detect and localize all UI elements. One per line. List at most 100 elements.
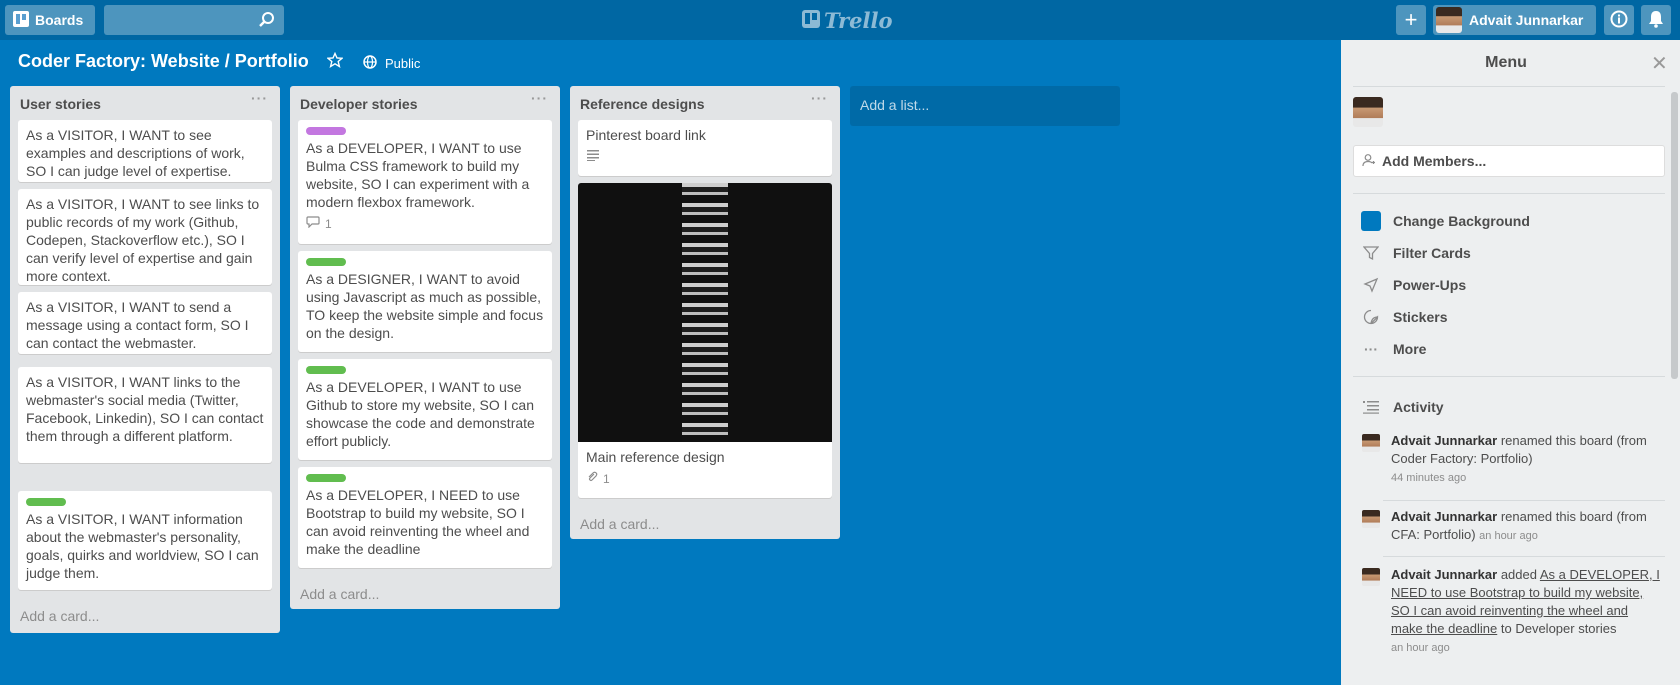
menu-item-label: Power-Ups [1393, 277, 1467, 293]
list-developer-stories: Developer stories ··· As a DEVELOPER, I … [290, 86, 560, 609]
list-card[interactable]: Pinterest board link [578, 120, 832, 176]
add-card-link[interactable]: Add a card... [20, 608, 99, 624]
list-card[interactable]: As a VISITOR, I WANT to send a message u… [18, 292, 272, 354]
description-icon [586, 148, 600, 166]
comment-count: 1 [325, 217, 332, 231]
list-card[interactable]: As a DEVELOPER, I WANT to use Github to … [298, 359, 552, 460]
card-text: Pinterest board link [586, 127, 706, 143]
divider [1383, 556, 1665, 557]
more-icon[interactable]: ··· [531, 90, 548, 106]
comment-icon [306, 215, 320, 233]
user-menu-button[interactable]: Advait Junnarkar [1433, 5, 1596, 35]
boards-button[interactable]: Boards [5, 5, 95, 35]
menu-item-power-ups[interactable]: Power-Ups [1361, 275, 1466, 295]
add-member-icon [1362, 153, 1376, 170]
list-card[interactable]: As a VISITOR, I WANT to see examples and… [18, 120, 272, 182]
activity-avatar[interactable] [1362, 510, 1380, 528]
more-dots-icon: ··· [1364, 341, 1378, 357]
menu-item-stickers[interactable]: Stickers [1361, 307, 1447, 327]
notifications-button[interactable] [1641, 5, 1671, 35]
menu-scrollbar[interactable] [1671, 92, 1678, 379]
rocket-icon [1361, 275, 1381, 295]
activity-title: Activity [1393, 399, 1444, 415]
card-text: As a VISITOR, I WANT to see examples and… [26, 127, 245, 179]
add-card-link[interactable]: Add a card... [300, 586, 379, 602]
top-header: Boards Trello + Advait Junnarkar [0, 0, 1680, 40]
menu-item-filter-cards[interactable]: Filter Cards [1361, 243, 1471, 263]
activity-avatar[interactable] [1362, 568, 1380, 586]
member-avatar[interactable] [1353, 97, 1383, 127]
list-card[interactable]: As a DEVELOPER, I NEED to use Bootstrap … [298, 467, 552, 568]
divider [1383, 500, 1665, 501]
plus-icon: + [1404, 7, 1418, 32]
attachment-count: 1 [603, 472, 610, 486]
card-label-purple [306, 127, 346, 135]
add-card-link[interactable]: Add a card... [580, 516, 659, 532]
visibility-button[interactable]: Public [363, 55, 420, 72]
card-label-green [26, 498, 66, 506]
card-text: As a DESIGNER, I WANT to avoid using Jav… [306, 271, 544, 341]
activity-time[interactable]: an hour ago [1391, 642, 1450, 654]
trello-logo-text: Trello [824, 8, 893, 33]
menu-item-more[interactable]: ··· More [1361, 339, 1426, 359]
card-text: Main reference design [586, 449, 725, 465]
activity-item: Advait Junnarkar renamed this board (fro… [1362, 432, 1662, 487]
menu-item-label: Stickers [1393, 309, 1448, 325]
card-label-green [306, 258, 346, 266]
activity-user[interactable]: Advait Junnarkar [1391, 433, 1497, 448]
globe-icon [363, 55, 377, 72]
list-user-stories: User stories ··· As a VISITOR, I WANT to… [10, 86, 280, 633]
card-cover-image[interactable] [578, 183, 832, 442]
activity-user[interactable]: Advait Junnarkar [1391, 509, 1497, 524]
info-icon [1610, 10, 1628, 31]
add-members-button[interactable]: Add Members... [1353, 145, 1665, 177]
trello-logo[interactable]: Trello [802, 8, 893, 33]
list-card[interactable]: As a DESIGNER, I WANT to avoid using Jav… [298, 251, 552, 352]
background-swatch-icon [1361, 211, 1381, 231]
list-card[interactable]: As a VISITOR, I WANT to see links to pub… [18, 189, 272, 285]
more-icon[interactable]: ··· [251, 90, 268, 106]
boards-label: Boards [35, 12, 84, 28]
bell-icon [1648, 10, 1664, 31]
filter-icon [1361, 243, 1381, 263]
card-text: As a DEVELOPER, I NEED to use Bootstrap … [306, 487, 530, 557]
card-text: As a VISITOR, I WANT information about t… [26, 511, 259, 581]
list-header[interactable]: User stories ··· [10, 86, 280, 118]
board-title[interactable]: Coder Factory: Website / Portfolio [18, 51, 309, 72]
create-button[interactable]: + [1396, 5, 1426, 35]
menu-item-change-background[interactable]: Change Background [1361, 211, 1530, 231]
divider [1353, 376, 1665, 377]
list-card[interactable]: As a VISITOR, I WANT links to the webmas… [18, 367, 272, 463]
list-card[interactable]: Main reference design 1 [578, 442, 832, 498]
menu-item-label: More [1393, 341, 1427, 357]
activity-header: Activity [1361, 397, 1444, 417]
card-text: As a VISITOR, I WANT to see links to pub… [26, 196, 260, 284]
activity-avatar[interactable] [1362, 434, 1380, 452]
list-title: Developer stories [300, 96, 418, 112]
attachment-badge: 1 [586, 470, 824, 488]
activity-action: added [1500, 567, 1537, 582]
list-title: User stories [20, 96, 101, 112]
activity-user[interactable]: Advait Junnarkar [1391, 567, 1497, 582]
menu-item-label: Change Background [1393, 213, 1530, 229]
activity-item: Advait Junnarkar renamed this board (fro… [1362, 508, 1662, 545]
menu-title: Menu [1485, 54, 1527, 71]
list-header[interactable]: Developer stories ··· [290, 86, 560, 118]
list-header[interactable]: Reference designs ··· [570, 86, 840, 118]
more-icon[interactable]: ··· [811, 90, 828, 106]
info-button[interactable] [1604, 5, 1634, 35]
board-menu-sidebar: Menu ✕ Add Members... Change Background … [1341, 40, 1680, 685]
list-card[interactable]: As a VISITOR, I WANT information about t… [18, 491, 272, 590]
add-list-button[interactable]: Add a list... [850, 86, 1120, 126]
card-label-green [306, 366, 346, 374]
activity-suffix: to Developer stories [1500, 621, 1617, 636]
divider [1353, 193, 1665, 194]
search-input[interactable] [104, 5, 284, 35]
menu-item-label: Filter Cards [1393, 245, 1471, 261]
close-icon[interactable]: ✕ [1651, 51, 1668, 76]
activity-time[interactable]: an hour ago [1479, 530, 1538, 542]
list-card[interactable]: As a DEVELOPER, I WANT to use Bulma CSS … [298, 120, 552, 244]
activity-time[interactable]: 44 minutes ago [1391, 472, 1466, 484]
star-icon[interactable] [326, 51, 344, 71]
search-icon[interactable] [258, 11, 276, 32]
